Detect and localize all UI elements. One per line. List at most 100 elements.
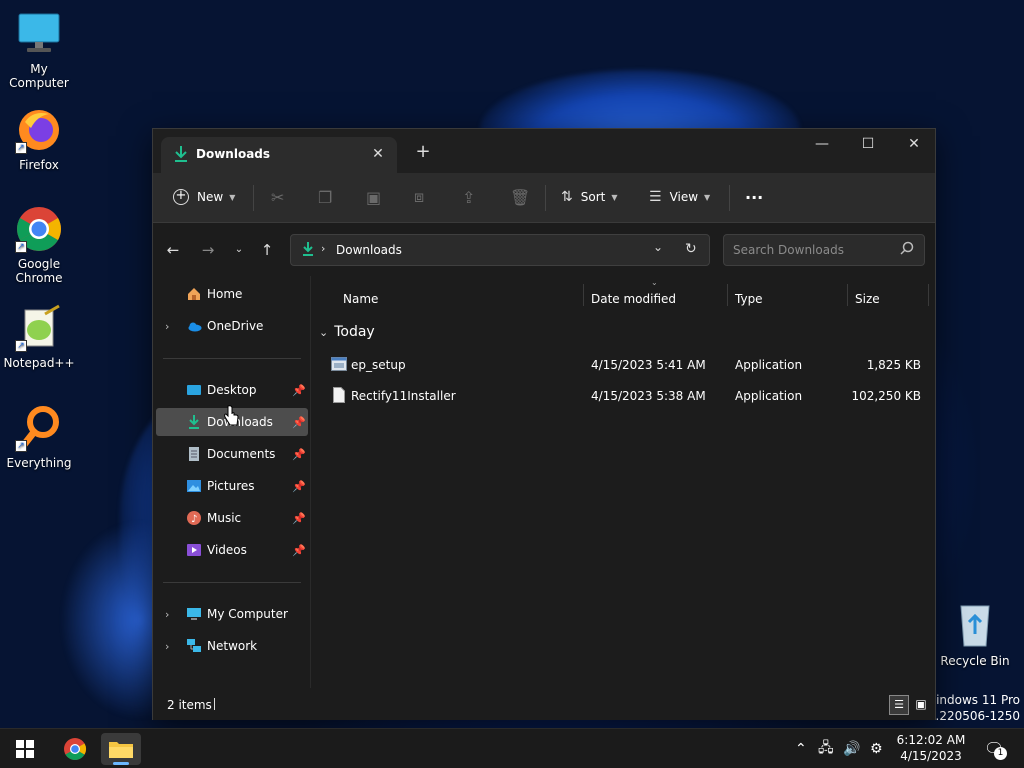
search-box[interactable]: Search Downloads	[723, 234, 925, 266]
table-row[interactable]: ep_setup 4/15/2023 5:41 AM Application 1…	[321, 350, 925, 380]
column-divider[interactable]	[727, 284, 728, 306]
shortcut-arrow-icon: ↗	[15, 340, 27, 352]
column-header-size[interactable]: Size	[855, 284, 880, 314]
sidebar-item-label: Desktop	[207, 383, 257, 397]
copy-button[interactable]: ❐	[318, 173, 332, 221]
view-label: View	[669, 190, 699, 204]
mouse-cursor-hand-icon	[223, 405, 239, 430]
tab-downloads[interactable]: Downloads ✕	[161, 137, 397, 173]
desktop-folder-icon	[186, 382, 202, 398]
taskbar-chrome-button[interactable]	[55, 733, 95, 765]
rename-button[interactable]: ⧈	[414, 173, 424, 221]
refresh-icon[interactable]: ↻	[685, 241, 697, 257]
desktop-icon-chrome[interactable]: ↗ Google Chrome	[0, 205, 78, 285]
toolbar-divider	[253, 185, 254, 211]
file-explorer-window: Downloads ✕ + — ☐ ✕ + New ▼ ✂ ❐ ▣ ⧈ ⇪ 🗑 …	[152, 128, 936, 720]
sidebar-item-label: Music	[207, 511, 242, 525]
delete-button[interactable]: 🗑	[510, 173, 530, 221]
notification-count-badge: 1	[994, 747, 1007, 760]
sidebar-item-documents[interactable]: Documents 📌	[156, 440, 308, 468]
title-bar: Downloads ✕ + — ☐ ✕	[153, 129, 935, 173]
share-icon: ⇪	[462, 187, 476, 207]
cut-button[interactable]: ✂	[271, 173, 284, 221]
desktop-icon-firefox[interactable]: ↗ Firefox	[0, 106, 78, 172]
address-dropdown-chevron-icon[interactable]: ⌄	[653, 240, 663, 254]
sidebar-item-network[interactable]: › Network	[156, 632, 308, 660]
chevron-right-icon[interactable]: ›	[165, 320, 169, 333]
column-divider[interactable]	[583, 284, 584, 306]
column-header-type[interactable]: Type	[735, 284, 763, 314]
application-icon	[331, 357, 347, 374]
minimize-button[interactable]: —	[799, 129, 845, 159]
shortcut-arrow-icon: ↗	[15, 142, 27, 154]
pin-icon: 📌	[292, 543, 306, 557]
notification-center-button[interactable]: 🗨 1	[982, 737, 1007, 761]
details-view-icon[interactable]: ☰	[889, 695, 909, 715]
sidebar-item-my-computer[interactable]: › My Computer	[156, 600, 308, 628]
address-bar[interactable]: › Downloads ⌄ ↻	[290, 234, 710, 266]
chevron-down-icon: ⌄	[319, 325, 329, 339]
chevron-right-icon[interactable]: ›	[165, 608, 169, 621]
taskbar: ⌃ 🖧 🔊 ⚙ 6:12:02 AM 4/15/2023 🗨 1	[0, 728, 1024, 768]
desktop-icon-everything[interactable]: ↗ Everything	[0, 404, 78, 470]
column-divider[interactable]	[928, 284, 929, 306]
chevron-down-icon: ▼	[704, 192, 711, 202]
navigation-bar: ← → ⌄ ↑ › Downloads ⌄ ↻ Search Downloads	[153, 224, 935, 276]
recent-locations-chevron-icon[interactable]: ⌄	[227, 239, 251, 263]
column-divider[interactable]	[847, 284, 848, 306]
command-bar: + New ▼ ✂ ❐ ▣ ⧈ ⇪ 🗑 ⇅ Sort ▼ ☰ View ▼ ··…	[153, 173, 935, 223]
back-arrow-icon[interactable]: ←	[161, 239, 185, 263]
sidebar-item-label: Pictures	[207, 479, 255, 493]
desktop-icon-recycle-bin[interactable]: Recycle Bin	[936, 602, 1014, 668]
sidebar-item-videos[interactable]: Videos 📌	[156, 536, 308, 564]
address-path[interactable]: Downloads	[336, 243, 402, 257]
toolbar-divider	[545, 185, 546, 211]
start-button[interactable]	[5, 733, 45, 765]
sidebar-item-onedrive[interactable]: › OneDrive	[156, 312, 308, 340]
tab-close-icon[interactable]: ✕	[367, 143, 389, 165]
sidebar-item-home[interactable]: Home	[156, 280, 308, 308]
new-tab-button[interactable]: +	[411, 141, 435, 165]
document-icon	[186, 446, 202, 462]
more-options-button[interactable]: ···	[745, 173, 763, 221]
volume-icon[interactable]: 🔊	[843, 729, 860, 768]
file-list: Name ⌄ Date modified Type Size ⌄ Today e…	[313, 276, 935, 691]
chrome-icon	[64, 738, 86, 760]
up-arrow-icon[interactable]: ↑	[255, 239, 279, 263]
forward-arrow-icon[interactable]: →	[196, 239, 220, 263]
desktop-icon-my-computer[interactable]: My Computer	[0, 10, 78, 90]
share-button[interactable]: ⇪	[462, 173, 475, 221]
file-name: Rectify11Installer	[351, 389, 456, 403]
view-button[interactable]: ☰ View ▼	[649, 173, 710, 221]
close-window-button[interactable]: ✕	[891, 129, 937, 159]
sidebar-item-music[interactable]: ♪ Music 📌	[156, 504, 308, 532]
column-header-name[interactable]: Name	[343, 284, 378, 314]
tiles-view-icon[interactable]: ▣	[911, 695, 931, 715]
scissors-icon: ✂	[271, 187, 285, 207]
selection-divider	[214, 698, 215, 710]
clock[interactable]: 6:12:02 AM 4/15/2023	[896, 732, 966, 764]
download-arrow-icon	[186, 414, 202, 430]
show-hidden-icons-chevron-icon[interactable]: ⌃	[795, 729, 807, 768]
settings-gear-icon[interactable]: ⚙	[870, 729, 883, 768]
video-icon	[186, 542, 202, 558]
group-header-today[interactable]: ⌄ Today	[319, 320, 375, 344]
folder-icon	[109, 742, 133, 758]
file-date: 4/15/2023 5:38 AM	[591, 389, 706, 403]
active-window-indicator	[113, 762, 129, 765]
sidebar-item-label: OneDrive	[207, 319, 264, 333]
maximize-button[interactable]: ☐	[845, 129, 891, 159]
network-tray-icon[interactable]: 🖧	[818, 729, 834, 768]
chevron-right-icon[interactable]: ›	[165, 640, 169, 653]
new-button[interactable]: + New ▼	[173, 173, 235, 221]
desktop-icon-notepadpp[interactable]: ↗ Notepad++	[0, 304, 78, 370]
sort-label: Sort	[580, 190, 606, 204]
taskbar-file-explorer-button[interactable]	[101, 733, 141, 765]
paste-button[interactable]: ▣	[366, 173, 381, 221]
search-magnifier-icon: ↗	[15, 404, 63, 452]
table-row[interactable]: Rectify11Installer 4/15/2023 5:38 AM App…	[321, 381, 925, 411]
column-header-date[interactable]: Date modified	[591, 284, 676, 314]
sidebar-item-pictures[interactable]: Pictures 📌	[156, 472, 308, 500]
sort-button[interactable]: ⇅ Sort ▼	[561, 173, 618, 221]
sidebar-item-desktop[interactable]: Desktop 📌	[156, 376, 308, 404]
